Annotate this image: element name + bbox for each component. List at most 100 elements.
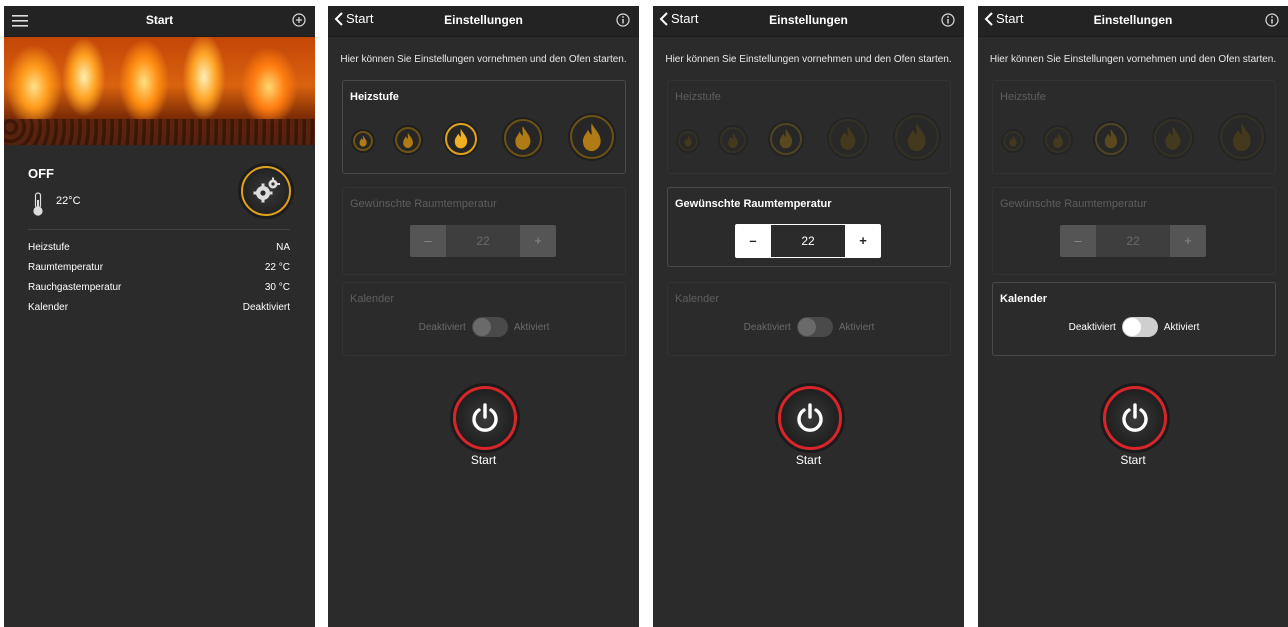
heat-level-3-button[interactable] — [445, 123, 477, 155]
toggle-off-label: Deaktiviert — [1068, 321, 1116, 333]
flame-icon — [779, 129, 793, 149]
settings-screen-temp: Start Einstellungen Hier können Sie Eins… — [653, 6, 964, 627]
heat-level-3-button[interactable] — [770, 123, 802, 155]
calendar-toggle[interactable] — [1121, 317, 1158, 337]
heat-level-4-button[interactable] — [504, 119, 542, 157]
settings-hint: Hier können Sie Einstellungen vornehmen … — [665, 54, 952, 65]
divider — [28, 229, 290, 230]
settings-topbar: Start Einstellungen — [653, 6, 964, 37]
heat-level-4-button[interactable] — [829, 119, 867, 157]
start-label: Start — [470, 453, 497, 467]
flame-icon — [1104, 129, 1118, 149]
calendar-card: Kalender Deaktiviert Aktiviert — [992, 282, 1276, 356]
settings-topbar: Start Einstellungen — [978, 6, 1288, 37]
heat-level-label: Heizstufe — [350, 91, 399, 103]
toggle-off-label: Deaktiviert — [418, 321, 466, 333]
room-temp-label: Gewünschte Raumtemperatur — [1000, 198, 1147, 210]
heat-level-5-button[interactable] — [895, 115, 939, 159]
page-title: Start — [145, 13, 174, 27]
flame-icon — [1233, 123, 1251, 151]
page-title: Einstellungen — [1093, 13, 1173, 27]
heat-level-5-button[interactable] — [1220, 115, 1264, 159]
toggle-on-label: Aktiviert — [513, 321, 550, 333]
increase-button[interactable]: + — [1170, 225, 1206, 257]
info-row-calendar: Kalender Deaktiviert — [28, 302, 290, 313]
heat-level-1-button[interactable] — [1003, 131, 1023, 151]
room-temp-stepper: – 22 + — [1060, 225, 1206, 257]
heat-level-2-button[interactable] — [720, 127, 746, 153]
status-text: OFF — [28, 166, 54, 181]
current-temperature: 22°C — [56, 195, 81, 207]
heat-level-5-button[interactable] — [570, 115, 614, 159]
power-icon — [472, 403, 498, 432]
add-circle-icon[interactable] — [292, 13, 306, 27]
calendar-card: Kalender Deaktiviert Aktiviert — [342, 282, 626, 356]
flame-icon — [728, 132, 738, 148]
start-label: Start — [1120, 453, 1146, 467]
flame-icon — [840, 126, 856, 150]
flame-icon — [684, 135, 692, 147]
room-temp-card: Gewünschte Raumtemperatur – 22 + — [342, 187, 626, 275]
page-title: Einstellungen — [444, 13, 523, 27]
info-icon[interactable] — [616, 13, 630, 27]
calendar-label: Kalender — [1000, 293, 1048, 305]
calendar-toggle-row: Deaktiviert Aktiviert — [668, 317, 950, 337]
heat-level-1-button[interactable] — [678, 131, 698, 151]
flame-icon — [1009, 135, 1017, 147]
increase-button[interactable]: + — [845, 224, 881, 258]
power-icon — [1122, 403, 1148, 432]
decrease-button[interactable]: – — [1060, 225, 1096, 257]
flame-icon — [1165, 126, 1181, 150]
flame-icon — [454, 129, 468, 149]
settings-topbar: Start Einstellungen — [328, 6, 639, 37]
home-screen: Start OFF 22°C Heizstufe NA Raumtemperatu… — [4, 6, 315, 627]
heat-level-1-button[interactable] — [353, 131, 373, 151]
toggle-off-label: Deaktiviert — [743, 321, 791, 333]
info-row-heat-level: Heizstufe NA — [28, 242, 290, 253]
room-temp-value: 22 — [771, 224, 845, 258]
flame-icon — [1053, 132, 1063, 148]
start-label: Start — [795, 453, 822, 467]
flame-icon — [403, 132, 413, 148]
heat-level-label: Heizstufe — [1000, 91, 1046, 103]
settings-screen-calendar: Start Einstellungen Hier können Sie Eins… — [978, 6, 1288, 627]
heat-level-card: Heizstufe — [342, 80, 626, 174]
calendar-toggle[interactable] — [796, 317, 833, 337]
info-row-room-temp: Raumtemperatur 22 °C — [28, 262, 290, 273]
fire-image — [4, 37, 315, 145]
settings-hint: Hier können Sie Einstellungen vornehmen … — [989, 54, 1277, 65]
room-temp-label: Gewünschte Raumtemperatur — [675, 198, 832, 210]
start-button[interactable] — [1103, 386, 1167, 450]
settings-screen-heat: Start Einstellungen Hier können Sie Eins… — [328, 6, 639, 627]
power-icon — [797, 403, 823, 432]
start-button[interactable] — [453, 386, 517, 450]
heat-level-2-button[interactable] — [1045, 127, 1071, 153]
room-temp-stepper: – 22 + — [410, 225, 556, 257]
calendar-toggle-row: Deaktiviert Aktiviert — [993, 317, 1275, 337]
heat-level-card: Heizstufe — [992, 80, 1276, 174]
increase-button[interactable]: + — [520, 225, 556, 257]
settings-button[interactable] — [241, 166, 291, 216]
flame-icon — [908, 123, 926, 151]
toggle-on-label: Aktiviert — [1163, 321, 1200, 333]
info-icon[interactable] — [1265, 13, 1279, 27]
thermometer-icon — [33, 192, 43, 216]
calendar-label: Kalender — [350, 293, 395, 305]
heat-level-3-button[interactable] — [1095, 123, 1127, 155]
home-topbar: Start — [4, 6, 315, 37]
info-row-flue-temp: Rauchgastemperatur 30 °C — [28, 282, 290, 293]
heat-level-4-button[interactable] — [1154, 119, 1192, 157]
room-temp-card: Gewünschte Raumtemperatur – 22 + — [667, 187, 951, 267]
decrease-button[interactable]: – — [735, 224, 771, 258]
calendar-label: Kalender — [675, 293, 720, 305]
room-temp-value: 22 — [1096, 225, 1170, 257]
calendar-toggle[interactable] — [471, 317, 508, 337]
info-icon[interactable] — [941, 13, 955, 27]
calendar-toggle-row: Deaktiviert Aktiviert — [343, 317, 625, 337]
room-temp-stepper: – 22 + — [735, 224, 881, 258]
decrease-button[interactable]: – — [410, 225, 446, 257]
room-temp-card: Gewünschte Raumtemperatur – 22 + — [992, 187, 1276, 275]
heat-level-2-button[interactable] — [395, 127, 421, 153]
room-temp-value: 22 — [446, 225, 520, 257]
start-button[interactable] — [778, 386, 842, 450]
